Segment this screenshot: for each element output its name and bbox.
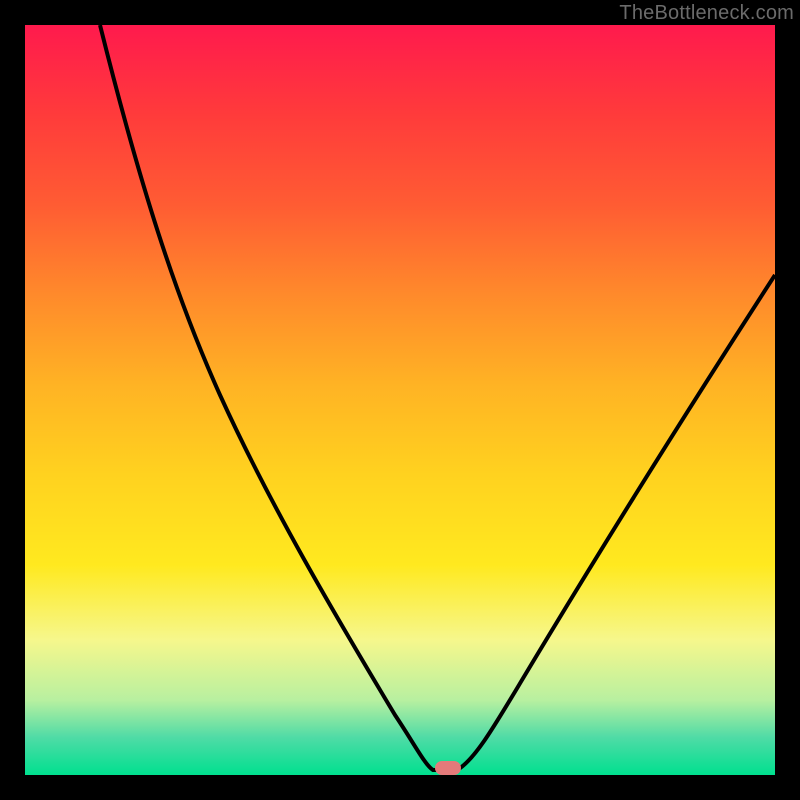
- optimal-marker: [435, 761, 461, 775]
- bottleneck-curve: [25, 25, 775, 775]
- chart-frame: TheBottleneck.com: [0, 0, 800, 800]
- plot-area: [25, 25, 775, 775]
- curve-left-branch: [100, 25, 457, 770]
- curve-right-branch: [457, 275, 775, 770]
- watermark-text: TheBottleneck.com: [619, 2, 794, 25]
